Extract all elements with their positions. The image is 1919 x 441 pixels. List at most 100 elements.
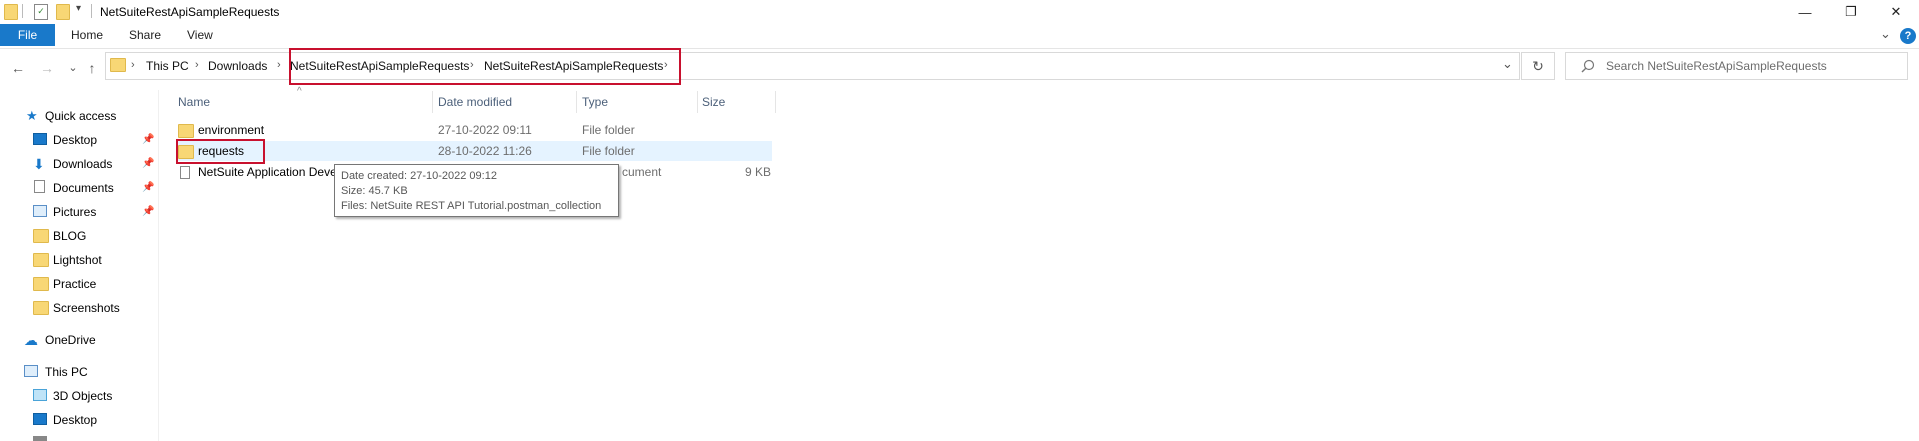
nav-label: Quick access (45, 109, 117, 123)
tab-home[interactable]: Home (67, 24, 107, 46)
ribbon (0, 24, 1919, 49)
nav-item-pictures[interactable]: Pictures 📌 (0, 202, 158, 222)
pin-icon: 📌 (142, 182, 155, 193)
tab-share[interactable]: Share (125, 24, 165, 46)
up-icon[interactable]: ↑ (82, 58, 102, 78)
divider (22, 4, 23, 18)
search-icon (1581, 59, 1595, 73)
file-type: File folder (582, 144, 635, 158)
file-type: File folder (582, 123, 635, 137)
recent-locations-icon[interactable]: ⌄ (63, 58, 83, 78)
nav-this-pc[interactable]: This PC (0, 362, 158, 382)
column-header-name[interactable]: Name (178, 95, 210, 109)
restore-icon[interactable]: ❐ (1828, 0, 1874, 24)
nav-label: Downloads (53, 157, 113, 171)
nav-label: Lightshot (53, 253, 102, 267)
nav-item-screenshots[interactable]: Screenshots (0, 298, 158, 318)
nav-label: Screenshots (53, 301, 120, 315)
column-divider[interactable] (697, 91, 698, 113)
nav-item-practice[interactable]: Practice (0, 274, 158, 294)
folder-icon (4, 4, 18, 20)
nav-item-blog[interactable]: BLOG (0, 226, 158, 246)
chevron-right-icon[interactable]: › (277, 59, 281, 71)
folder-icon (33, 253, 49, 267)
pictures-icon (33, 205, 47, 217)
desktop-icon (33, 413, 47, 425)
nav-label: OneDrive (45, 333, 96, 347)
nav-onedrive[interactable]: ☁ OneDrive (0, 330, 158, 350)
search-input[interactable]: Search NetSuiteRestApiSampleRequests (1606, 59, 1827, 73)
forward-icon[interactable]: → (37, 58, 57, 78)
nav-item-3d-objects[interactable]: 3D Objects (0, 386, 158, 406)
folder-icon (33, 277, 49, 291)
column-divider[interactable] (775, 91, 776, 113)
document-icon (180, 166, 190, 179)
nav-label: BLOG (53, 229, 87, 243)
pin-icon: 📌 (142, 158, 155, 169)
address-dropdown-icon[interactable]: ⌄ (1502, 56, 1513, 72)
chevron-right-icon[interactable]: › (195, 59, 199, 71)
nav-label: This PC (45, 365, 88, 379)
documents-icon (34, 180, 45, 193)
3d-objects-icon (33, 389, 47, 401)
column-header-date[interactable]: Date modified (438, 95, 512, 109)
star-icon: ★ (26, 108, 38, 123)
partial-nav-item (33, 436, 47, 441)
column-header-type[interactable]: Type (582, 95, 608, 109)
divider (91, 4, 92, 18)
new-folder-icon[interactable] (56, 4, 70, 20)
tab-view[interactable]: View (183, 24, 217, 46)
file-row[interactable]: environment 27-10-2022 09:11 File folder (176, 120, 772, 140)
file-type: cument (622, 165, 662, 179)
column-divider[interactable] (576, 91, 577, 113)
pin-icon: 📌 (142, 134, 155, 145)
nav-item-desktop[interactable]: Desktop 📌 (0, 130, 158, 150)
tooltip-size: Size: 45.7 KB (341, 185, 408, 197)
folder-icon (110, 58, 126, 72)
expand-ribbon-icon[interactable]: ⌄ (1880, 26, 1891, 42)
folder-tooltip: Date created: 27-10-2022 09:12 Size: 45.… (334, 164, 619, 217)
nav-item-documents[interactable]: Documents 📌 (0, 178, 158, 198)
sort-arrow-icon: ^ (297, 86, 302, 97)
nav-label: Desktop (53, 413, 98, 427)
help-icon[interactable]: ? (1900, 28, 1916, 44)
properties-icon[interactable]: ✓ (34, 4, 48, 20)
nav-label: 3D Objects (53, 389, 113, 403)
breadcrumb-downloads[interactable]: Downloads (208, 59, 267, 73)
download-icon: ⬇ (33, 156, 45, 172)
tooltip-date-created: Date created: 27-10-2022 09:12 (341, 170, 497, 182)
desktop-icon (33, 133, 47, 145)
nav-label: Pictures (53, 205, 97, 219)
folder-icon (178, 124, 194, 138)
file-row[interactable]: requests 28-10-2022 11:26 File folder (176, 141, 772, 161)
back-icon[interactable]: ← (8, 58, 28, 78)
nav-quick-access[interactable]: ★ Quick access (0, 106, 150, 126)
tab-file[interactable]: File (0, 24, 55, 46)
tooltip-files: Files: NetSuite REST API Tutorial.postma… (341, 200, 602, 212)
file-name: NetSuite Application Deve (198, 165, 337, 179)
minimize-icon[interactable]: — (1782, 0, 1828, 24)
requests-highlight-box (176, 139, 265, 164)
file-date: 27-10-2022 09:11 (438, 123, 532, 137)
folder-icon (33, 229, 49, 243)
window-title: NetSuiteRestApiSampleRequests (100, 5, 280, 19)
cloud-icon: ☁ (24, 332, 38, 348)
refresh-icon[interactable]: ↻ (1521, 52, 1555, 80)
column-divider[interactable] (432, 91, 433, 113)
file-name: environment (198, 123, 265, 137)
nav-label: Documents (53, 181, 114, 195)
computer-icon (24, 365, 38, 377)
nav-item-desktop-pc[interactable]: Desktop (0, 410, 158, 430)
nav-label: Desktop (53, 133, 98, 147)
pin-icon: 📌 (142, 206, 155, 217)
folder-icon (33, 301, 49, 315)
chevron-right-icon[interactable]: › (131, 59, 135, 71)
column-header-size[interactable]: Size (702, 95, 725, 109)
close-icon[interactable]: ✕ (1873, 0, 1919, 24)
pane-divider[interactable] (158, 90, 159, 441)
file-size: 9 KB (745, 165, 772, 179)
breadcrumb-this-pc[interactable]: This PC (146, 59, 189, 73)
nav-item-downloads[interactable]: ⬇ Downloads 📌 (0, 154, 158, 174)
nav-item-lightshot[interactable]: Lightshot (0, 250, 158, 270)
customize-toolbar-icon[interactable]: ▾ (76, 3, 81, 14)
